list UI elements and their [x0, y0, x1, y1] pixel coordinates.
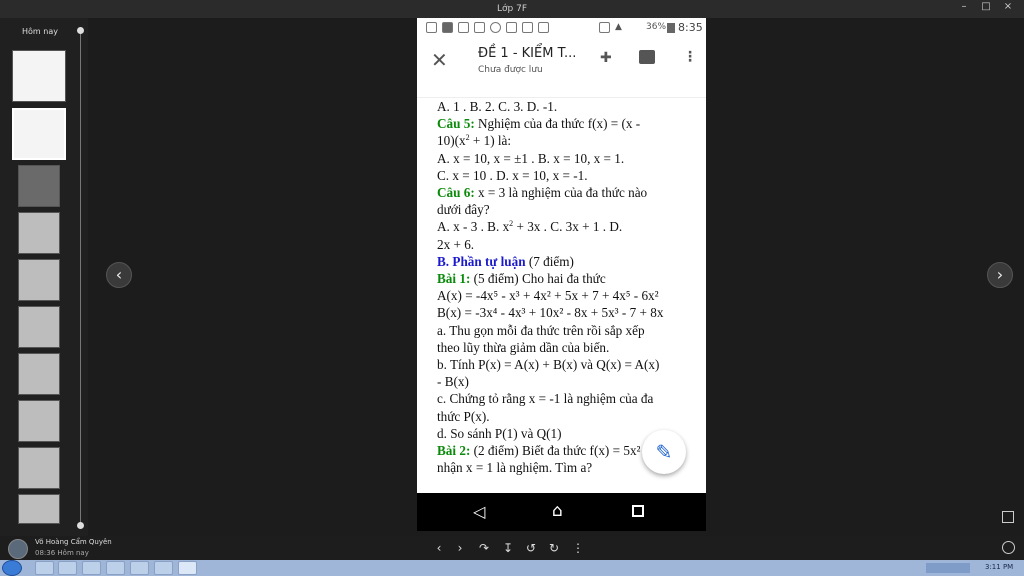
chevron-left-icon[interactable]: ‹	[431, 540, 447, 556]
question-5-line-2: 10)(x2 + 1) là:	[437, 133, 512, 149]
question-5-answers-cd: C. x = 10 . D. x = 10, x = -1.	[437, 167, 588, 183]
battery-percent: 36%	[646, 22, 667, 32]
taskbar-app-6[interactable]	[154, 561, 173, 575]
fullscreen-icon[interactable]	[1002, 511, 1014, 523]
photo-timestamp: 08:36 Hôm nay	[35, 549, 89, 557]
task-a-line-2: theo lũy thừa giảm dần của biến.	[437, 339, 610, 355]
thumbnail-7[interactable]	[18, 353, 60, 395]
more-icon[interactable]: ⋮	[570, 540, 586, 556]
thumbnail-9[interactable]	[18, 447, 60, 489]
minimize-button[interactable]: –	[952, 0, 976, 14]
zalo-icon	[442, 22, 453, 33]
taskbar-app-2[interactable]	[58, 561, 77, 575]
user-name: Võ Hoàng Cẩm Quyên	[35, 538, 112, 546]
comment-icon[interactable]	[639, 50, 655, 64]
question-5-answers-ab: A. x = 10, x = ±1 . B. x = 10, x = 1.	[437, 150, 625, 166]
part-b-heading: B. Phần tự luận (7 điểm)	[437, 253, 574, 269]
thumbnail-6[interactable]	[18, 306, 60, 348]
home-icon[interactable]: ⌂	[552, 501, 563, 521]
chrome-icon[interactable]	[106, 561, 125, 575]
taskbar-app-3[interactable]	[82, 561, 101, 575]
today-label: Hôm nay	[22, 27, 58, 36]
edit-fab[interactable]: ✎	[642, 430, 686, 474]
facebook-icon	[458, 22, 469, 33]
close-icon[interactable]: ✕	[431, 48, 448, 72]
download-icon[interactable]: ↧	[500, 540, 516, 556]
phone-screenshot: ▲ 36% 8:35 ✕ ĐỀ 1 - KIỂM T... Chưa được …	[417, 18, 706, 531]
taskbar-app-active[interactable]	[178, 561, 197, 575]
timeline-top-dot[interactable]	[77, 27, 84, 34]
thumbnail-3[interactable]	[18, 165, 60, 207]
answer-line: A. 1 . B. 2. C. 3. D. -1.	[437, 99, 558, 114]
polynomial-a: A(x) = -4x⁵ - x³ + 4x² + 5x + 7 + 4x⁵ - …	[437, 288, 659, 304]
question-6-answer-d: 2x + 6.	[437, 236, 475, 252]
messenger-icon	[490, 22, 501, 33]
previous-image-button[interactable]: ‹	[106, 262, 132, 288]
facebook-icon-2	[474, 22, 485, 33]
start-button[interactable]	[2, 560, 22, 576]
thumbnail-8[interactable]	[18, 400, 60, 442]
task-a-line-1: a. Thu gọn mỗi đa thức trên rồi sắp xếp	[437, 322, 645, 338]
question-6: Câu 6: x = 3 là nghiệm của đa thức nào	[437, 185, 648, 201]
status-time: 8:35	[678, 21, 703, 34]
thumbnail-5[interactable]	[18, 259, 60, 301]
gallery-icon	[538, 22, 549, 33]
recents-icon[interactable]	[632, 505, 644, 517]
task-c-line-1: c. Chứng tỏ rằng x = -1 là nghiệm của đa	[437, 391, 654, 407]
android-nav-bar: ◁ ⌂	[417, 493, 706, 531]
document-subtitle: Chưa được lưu	[478, 65, 543, 75]
system-tray-icons[interactable]	[926, 563, 970, 573]
share-icon[interactable]: ↷	[476, 540, 492, 556]
avatar[interactable]	[8, 539, 28, 559]
rotate-right-icon[interactable]: ↻	[546, 540, 562, 556]
thumbnail-4[interactable]	[18, 212, 60, 254]
next-image-button[interactable]: ›	[987, 262, 1013, 288]
timeline-line	[80, 30, 81, 526]
thumbnail-10[interactable]	[18, 494, 60, 524]
shield-icon-2	[522, 22, 533, 33]
shield-icon	[506, 22, 517, 33]
info-icon[interactable]	[1002, 541, 1015, 554]
battery-icon	[667, 23, 675, 33]
thumbnail-2-selected[interactable]	[12, 108, 66, 160]
taskbar-app-1[interactable]	[35, 561, 54, 575]
question-5: Câu 5: Nghiệm của đa thức f(x) = (x -	[437, 116, 641, 132]
taskbar-app-5[interactable]	[130, 561, 149, 575]
timeline-bottom-dot[interactable]	[77, 522, 84, 529]
chevron-right-icon[interactable]: ›	[452, 540, 468, 556]
maximize-button[interactable]: □	[974, 0, 998, 14]
document-title: ĐỀ 1 - KIỂM T...	[478, 46, 577, 61]
android-status-bar: ▲ 36% 8:35	[417, 18, 706, 38]
rotate-left-icon[interactable]: ↺	[523, 540, 539, 556]
pencil-icon: ✎	[655, 440, 673, 464]
question-6-answers: A. x - 3 . B. x2 + 3x . C. 3x + 1 . D.	[437, 219, 623, 235]
more-options-icon[interactable]: ⋮	[683, 49, 697, 65]
window-title: Lớp 7F	[0, 0, 1024, 18]
wifi-signal-icon: ▲	[615, 22, 622, 32]
polynomial-b: B(x) = -3x⁴ - 4x³ + 10x² - 8x + 5x³ - 7 …	[437, 305, 664, 321]
back-icon[interactable]: ◁	[473, 502, 485, 521]
nfc-icon	[599, 22, 610, 33]
task-c-line-2: thức P(x).	[437, 408, 490, 424]
app-bar: ✕ ĐỀ 1 - KIỂM T... Chưa được lưu ✚ ⋮	[417, 38, 706, 98]
task-b-line-1: b. Tính P(x) = A(x) + B(x) và Q(x) = A(x…	[437, 357, 660, 373]
task-b-line-2: - B(x)	[437, 374, 469, 390]
add-person-icon[interactable]: ✚	[600, 50, 612, 66]
thumbnail-1[interactable]	[12, 50, 66, 102]
question-6-line-2: dưới đây?	[437, 202, 490, 218]
message-icon	[426, 22, 437, 33]
taskbar-clock: 3:11 PM	[985, 563, 1014, 571]
close-window-button[interactable]: ×	[996, 0, 1020, 14]
exercise-1: Bài 1: (5 điểm) Cho hai đa thức	[437, 271, 606, 287]
